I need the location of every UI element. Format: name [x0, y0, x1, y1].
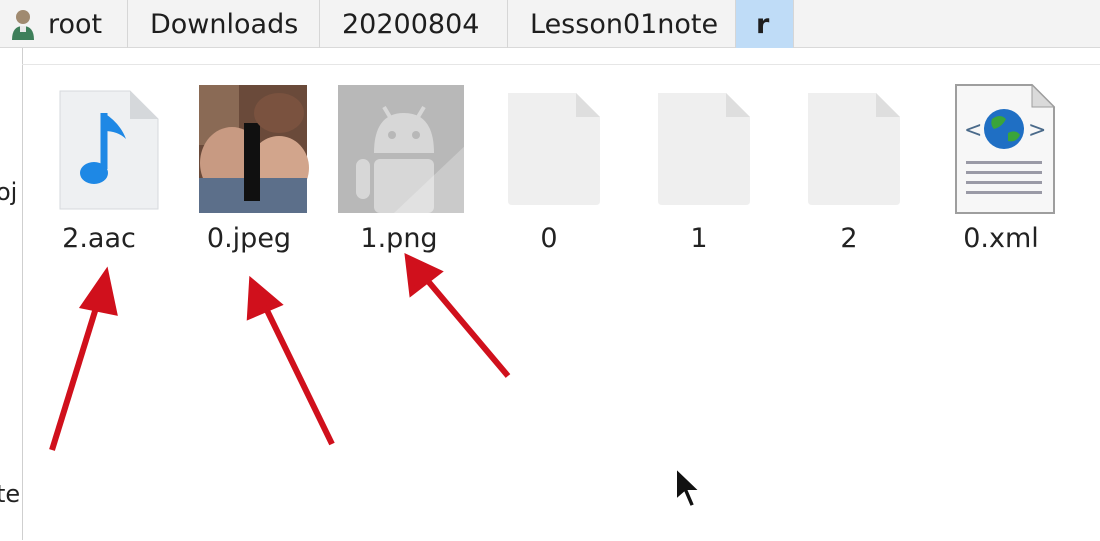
- left-pane-text: oj: [0, 178, 18, 206]
- file-item[interactable]: 2: [784, 83, 914, 263]
- file-item[interactable]: 1.png: [334, 83, 468, 263]
- file-name: 1.png: [360, 223, 438, 254]
- blank-file-icon: [484, 83, 614, 217]
- svg-text:>: >: [1028, 118, 1046, 143]
- file-item[interactable]: 1: [634, 83, 764, 263]
- file-item[interactable]: < > 0.xml: [936, 83, 1066, 263]
- file-item[interactable]: 0: [484, 83, 614, 263]
- blank-file-icon: [784, 83, 914, 217]
- file-item[interactable]: 0.jpeg: [184, 83, 314, 263]
- file-item[interactable]: 2.aac: [34, 83, 164, 263]
- breadcrumb-label: Downloads: [150, 8, 299, 40]
- breadcrumb-downloads[interactable]: Downloads: [128, 0, 320, 48]
- breadcrumb-label: Lesson01note: [530, 8, 719, 40]
- breadcrumb-lesson01note[interactable]: Lesson01note: [508, 0, 736, 48]
- breadcrumb-label: root: [48, 8, 103, 40]
- file-name: 0.xml: [963, 223, 1039, 254]
- xml-web-file-icon: < >: [936, 83, 1066, 217]
- blank-file-icon: [634, 83, 764, 217]
- breadcrumb-20200804[interactable]: 20200804: [320, 0, 508, 48]
- image-thumbnail: [184, 83, 314, 217]
- file-name: 0.jpeg: [206, 223, 292, 254]
- mouse-cursor-icon: [675, 466, 703, 509]
- file-name: 0: [540, 223, 558, 254]
- user-icon: [10, 8, 36, 40]
- breadcrumb-label: 20200804: [342, 8, 480, 40]
- left-pane: oj te: [0, 48, 23, 540]
- breadcrumb: root Downloads 20200804 Lesson01note r: [0, 0, 1100, 48]
- left-pane-text: te: [0, 480, 21, 508]
- breadcrumb-root[interactable]: root: [0, 0, 128, 48]
- file-grid: 2.aac 0.jpeg 1.png 0 1 2 < > 0.xml: [22, 64, 1100, 541]
- file-name: 1: [690, 223, 708, 254]
- breadcrumb-label: r: [756, 8, 770, 40]
- android-image-thumbnail: [334, 83, 468, 217]
- breadcrumb-current-r[interactable]: r: [736, 0, 794, 48]
- file-name: 2.aac: [62, 223, 136, 254]
- file-name: 2: [840, 223, 858, 254]
- svg-text:<: <: [964, 118, 982, 143]
- audio-file-icon: [34, 83, 164, 217]
